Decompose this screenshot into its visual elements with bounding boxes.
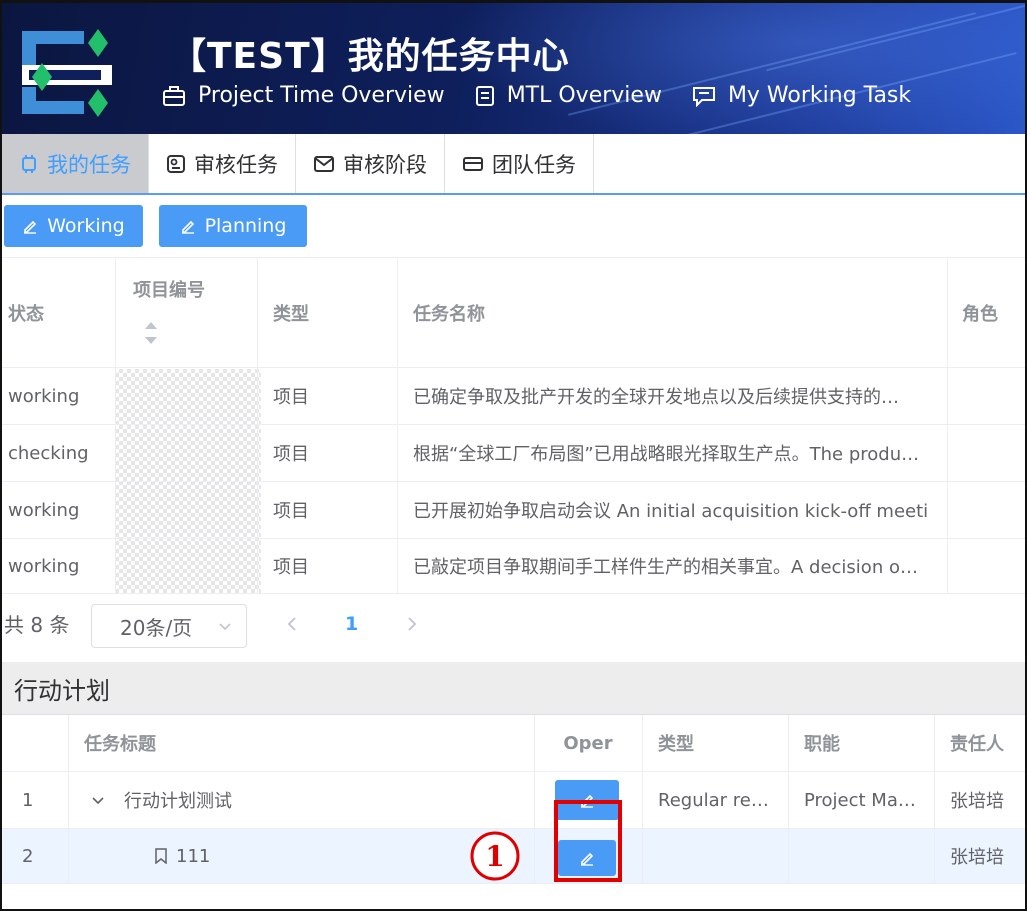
planning-button-label: Planning xyxy=(204,215,287,237)
column-header-project-no[interactable]: 项目编号 xyxy=(115,258,257,367)
row-index: 1 xyxy=(22,789,34,811)
annotation-highlight-box xyxy=(554,800,622,882)
column-header-task-title[interactable]: 任务标题 xyxy=(68,715,534,771)
type-cell: 项目 xyxy=(273,444,309,465)
sort-icon xyxy=(145,322,157,344)
table-row[interactable]: checking 项目 根据“全球工厂布局图”已用战略眼光择取生产点。The p… xyxy=(2,425,1025,482)
column-header-status[interactable]: 状态 xyxy=(2,258,115,367)
table-row[interactable]: working 项目 已开展初始争取启动会议 An initial acquis… xyxy=(2,482,1025,539)
page-size-value: 20条/页 xyxy=(120,615,193,640)
nav-my-working-task[interactable]: My Working Task xyxy=(692,83,911,108)
status-cell: working xyxy=(8,385,80,407)
table-row[interactable]: working 项目 已确定争取及批产开发的全球开发地点以及后续提供支持的… xyxy=(2,368,1025,425)
document-icon xyxy=(475,85,494,106)
app-header: 【TEST】我的任务中心 Project Time Overview MTL O… xyxy=(2,3,1025,134)
table-header: 任务标题 Oper 类型 职能 责任人 xyxy=(2,715,1025,772)
top-nav: Project Time Overview MTL Overview My Wo… xyxy=(162,83,941,108)
task-name-cell[interactable]: 根据“全球工厂布局图”已用战略眼光择取生产点。The produ… xyxy=(397,425,927,481)
column-header-task-name[interactable]: 任务名称 xyxy=(397,258,947,367)
column-header-type[interactable]: 类型 xyxy=(257,258,397,367)
section-title: 行动计划 xyxy=(14,676,110,705)
tab-team-tasks[interactable]: 团队任务 xyxy=(445,134,594,193)
row-index: 2 xyxy=(22,845,34,867)
svg-text:1: 1 xyxy=(485,840,504,873)
bookmark-icon xyxy=(155,848,167,864)
task-title-text: 111 xyxy=(176,845,211,867)
task-name-cell[interactable]: 已敲定项目争取期间手工样件生产的相关事宜。A decision o… xyxy=(397,539,927,593)
app-title: 【TEST】我的任务中心 xyxy=(170,36,570,77)
task-title-cell[interactable]: 行动计划测试 xyxy=(68,772,534,828)
working-button[interactable]: Working xyxy=(4,205,143,247)
planning-button[interactable]: Planning xyxy=(159,205,307,247)
tab-label: 团队任务 xyxy=(492,152,576,177)
card-icon xyxy=(463,156,483,171)
task-table: 状态 项目编号 类型 任务名称 角色 working 项目 已确定争取及批产开发… xyxy=(2,257,1025,594)
table-row[interactable]: 1 行动计划测试 Regular re… Project Ma… 张培培 xyxy=(2,772,1025,829)
status-cell: working xyxy=(8,499,80,521)
owner-cell: 张培培 xyxy=(950,847,1004,868)
column-header-owner[interactable]: 责任人 xyxy=(934,715,1025,771)
tab-review-stages[interactable]: 审核阶段 xyxy=(296,134,445,193)
working-button-label: Working xyxy=(47,215,125,237)
mail-icon xyxy=(314,155,334,172)
nav-label: MTL Overview xyxy=(506,83,662,108)
app-window: 【TEST】我的任务中心 Project Time Overview MTL O… xyxy=(0,0,1027,911)
tab-review-tasks[interactable]: 审核任务 xyxy=(149,134,296,193)
action-plan-header: 行动计划 xyxy=(2,662,1025,715)
status-cell: checking xyxy=(8,442,89,464)
task-tabs: 我的任务 审核任务 审核阶段 团队任务 xyxy=(2,134,1025,195)
task-title-cell[interactable]: 111 xyxy=(68,829,534,883)
task-title-text: 行动计划测试 xyxy=(124,791,232,812)
type-cell: 项目 xyxy=(273,387,309,408)
task-name-cell[interactable]: 已开展初始争取启动会议 An initial acquisition kick-… xyxy=(397,482,927,538)
edit-icon xyxy=(24,220,37,234)
tab-label: 我的任务 xyxy=(47,152,131,177)
briefcase-icon xyxy=(163,85,185,106)
table-row[interactable]: working 项目 已敲定项目争取期间手工样件生产的相关事宜。A decisi… xyxy=(2,539,1025,594)
tab-label: 审核阶段 xyxy=(343,152,427,177)
type-cell: 项目 xyxy=(273,557,309,578)
edit-icon xyxy=(181,220,194,234)
pagination-total: 共 8 条 xyxy=(4,613,70,637)
page-number-current[interactable]: 1 xyxy=(345,613,358,635)
type-cell: 项目 xyxy=(273,501,309,522)
nav-label: My Working Task xyxy=(727,83,912,108)
page-size-select[interactable]: 20条/页 xyxy=(91,604,247,648)
message-icon xyxy=(692,86,715,107)
app-logo-icon xyxy=(22,29,112,117)
review-icon xyxy=(167,154,185,173)
task-name-cell[interactable]: 已确定争取及批产开发的全球开发地点以及后续提供支持的… xyxy=(397,368,927,424)
status-cell: working xyxy=(8,555,80,577)
nav-project-time-overview[interactable]: Project Time Overview xyxy=(162,83,445,108)
chevron-down-icon xyxy=(219,623,231,631)
next-page-icon[interactable] xyxy=(404,613,420,635)
column-header-type[interactable]: 类型 xyxy=(642,715,788,771)
function-cell: Project Ma… xyxy=(804,789,916,811)
nav-label: Project Time Overview xyxy=(198,83,445,108)
annotation-marker: 1 xyxy=(470,831,520,881)
nav-mtl-overview[interactable]: MTL Overview xyxy=(475,83,662,108)
chevron-down-icon[interactable] xyxy=(90,792,106,808)
column-header-role[interactable]: 角色 xyxy=(947,258,1025,367)
prev-page-icon[interactable] xyxy=(284,613,300,635)
column-header-label: 项目编号 xyxy=(133,280,205,301)
tab-label: 审核任务 xyxy=(194,152,278,177)
tab-my-tasks[interactable]: 我的任务 xyxy=(2,134,149,193)
owner-cell: 张培培 xyxy=(950,791,1004,812)
cpu-icon xyxy=(22,154,36,173)
column-header-oper[interactable]: Oper xyxy=(534,715,642,771)
table-header: 状态 项目编号 类型 任务名称 角色 xyxy=(2,258,1025,368)
column-header-function[interactable]: 职能 xyxy=(788,715,934,771)
type-cell: Regular re… xyxy=(658,789,769,811)
